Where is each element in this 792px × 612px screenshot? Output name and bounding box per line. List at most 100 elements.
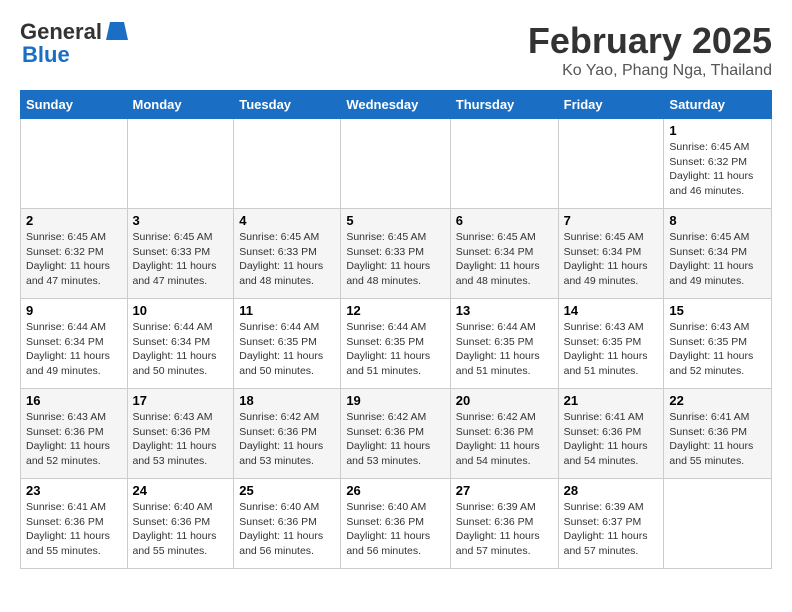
- day-info: Sunrise: 6:44 AM Sunset: 6:34 PM Dayligh…: [133, 320, 229, 379]
- week-row-5: 23Sunrise: 6:41 AM Sunset: 6:36 PM Dayli…: [21, 479, 772, 569]
- day-info: Sunrise: 6:45 AM Sunset: 6:33 PM Dayligh…: [133, 230, 229, 289]
- day-cell-22: 22 Sunrise: 6:41 AM Sunset: 6:36 PM Dayli…: [664, 389, 772, 479]
- day-info: Sunrise: 6:43 AM Sunset: 6:35 PM Dayligh…: [564, 320, 659, 379]
- day-info: Sunrise: 6:40 AM Sunset: 6:36 PM Dayligh…: [346, 500, 444, 559]
- day-cell-20: 20Sunrise: 6:42 AM Sunset: 6:36 PM Dayli…: [450, 389, 558, 479]
- header-friday: Friday: [558, 91, 664, 119]
- header-row: SundayMondayTuesdayWednesdayThursdayFrid…: [21, 91, 772, 119]
- day-number: 14: [564, 303, 659, 318]
- calendar-title: February 2025: [528, 20, 772, 62]
- day-number: 22: [669, 393, 766, 408]
- day-cell-6: 6 Sunrise: 6:45 AM Sunset: 6:34 PM Daylig…: [450, 209, 558, 299]
- day-cell-2: 2 Sunrise: 6:45 AM Sunset: 6:32 PM Daylig…: [21, 209, 128, 299]
- day-number: 9: [26, 303, 122, 318]
- day-info: Sunrise: 6:39 AM Sunset: 6:36 PM Dayligh…: [456, 500, 553, 559]
- day-number: 15: [669, 303, 766, 318]
- day-number: 5: [346, 213, 444, 228]
- day-cell-26: 26 Sunrise: 6:40 AM Sunset: 6:36 PM Dayli…: [341, 479, 450, 569]
- logo-blue-text: Blue: [22, 43, 70, 67]
- day-cell-21: 21Sunrise: 6:41 AM Sunset: 6:36 PM Dayli…: [558, 389, 664, 479]
- day-number: 3: [133, 213, 229, 228]
- day-number: 8: [669, 213, 766, 228]
- logo-arrow-icon: [106, 22, 128, 40]
- header-tuesday: Tuesday: [234, 91, 341, 119]
- day-number: 7: [564, 213, 659, 228]
- day-cell-25: 25 Sunrise: 6:40 AM Sunset: 6:36 PM Dayli…: [234, 479, 341, 569]
- day-cell-10: 10 Sunrise: 6:44 AM Sunset: 6:34 PM Dayli…: [127, 299, 234, 389]
- header: General Blue February 2025 Ko Yao, Phang…: [20, 20, 772, 80]
- title-section: February 2025 Ko Yao, Phang Nga, Thailan…: [528, 20, 772, 80]
- logo: General Blue: [20, 20, 128, 67]
- day-number: 11: [239, 303, 335, 318]
- day-number: 24: [133, 483, 229, 498]
- day-number: 18: [239, 393, 335, 408]
- day-info: Sunrise: 6:40 AM Sunset: 6:36 PM Dayligh…: [239, 500, 335, 559]
- day-cell-18: 18 Sunrise: 6:42 AM Sunset: 6:36 PM Dayli…: [234, 389, 341, 479]
- day-info: Sunrise: 6:45 AM Sunset: 6:33 PM Dayligh…: [346, 230, 444, 289]
- day-info: Sunrise: 6:39 AM Sunset: 6:37 PM Dayligh…: [564, 500, 659, 559]
- day-cell-19: 19 Sunrise: 6:42 AM Sunset: 6:36 PM Dayli…: [341, 389, 450, 479]
- day-cell-3: 3 Sunrise: 6:45 AM Sunset: 6:33 PM Daylig…: [127, 209, 234, 299]
- day-number: 1: [669, 123, 766, 138]
- day-number: 6: [456, 213, 553, 228]
- day-cell-4: 4 Sunrise: 6:45 AM Sunset: 6:33 PM Daylig…: [234, 209, 341, 299]
- logo-text: General: [20, 20, 102, 44]
- day-info: Sunrise: 6:41 AM Sunset: 6:36 PM Dayligh…: [669, 410, 766, 469]
- empty-cell: [341, 119, 450, 209]
- day-info: Sunrise: 6:42 AM Sunset: 6:36 PM Dayligh…: [346, 410, 444, 469]
- week-row-2: 2 Sunrise: 6:45 AM Sunset: 6:32 PM Daylig…: [21, 209, 772, 299]
- day-cell-5: 5 Sunrise: 6:45 AM Sunset: 6:33 PM Daylig…: [341, 209, 450, 299]
- day-cell-12: 12Sunrise: 6:44 AM Sunset: 6:35 PM Dayli…: [341, 299, 450, 389]
- calendar-table: SundayMondayTuesdayWednesdayThursdayFrid…: [20, 90, 772, 569]
- day-cell-27: 27 Sunrise: 6:39 AM Sunset: 6:36 PM Dayli…: [450, 479, 558, 569]
- day-number: 26: [346, 483, 444, 498]
- day-cell-8: 8 Sunrise: 6:45 AM Sunset: 6:34 PM Daylig…: [664, 209, 772, 299]
- day-number: 23: [26, 483, 122, 498]
- day-number: 10: [133, 303, 229, 318]
- day-cell-28: 28Sunrise: 6:39 AM Sunset: 6:37 PM Dayli…: [558, 479, 664, 569]
- day-number: 27: [456, 483, 553, 498]
- header-thursday: Thursday: [450, 91, 558, 119]
- day-cell-9: 9 Sunrise: 6:44 AM Sunset: 6:34 PM Daylig…: [21, 299, 128, 389]
- day-cell-16: 16 Sunrise: 6:43 AM Sunset: 6:36 PM Dayli…: [21, 389, 128, 479]
- day-info: Sunrise: 6:43 AM Sunset: 6:35 PM Dayligh…: [669, 320, 766, 379]
- day-number: 16: [26, 393, 122, 408]
- day-info: Sunrise: 6:42 AM Sunset: 6:36 PM Dayligh…: [239, 410, 335, 469]
- day-info: Sunrise: 6:44 AM Sunset: 6:34 PM Dayligh…: [26, 320, 122, 379]
- day-number: 19: [346, 393, 444, 408]
- day-number: 2: [26, 213, 122, 228]
- day-info: Sunrise: 6:43 AM Sunset: 6:36 PM Dayligh…: [26, 410, 122, 469]
- empty-cell: [450, 119, 558, 209]
- day-cell-7: 7 Sunrise: 6:45 AM Sunset: 6:34 PM Daylig…: [558, 209, 664, 299]
- header-wednesday: Wednesday: [341, 91, 450, 119]
- day-number: 13: [456, 303, 553, 318]
- day-number: 25: [239, 483, 335, 498]
- header-sunday: Sunday: [21, 91, 128, 119]
- day-cell-14: 14 Sunrise: 6:43 AM Sunset: 6:35 PM Dayli…: [558, 299, 664, 389]
- day-info: Sunrise: 6:44 AM Sunset: 6:35 PM Dayligh…: [239, 320, 335, 379]
- day-info: Sunrise: 6:40 AM Sunset: 6:36 PM Dayligh…: [133, 500, 229, 559]
- day-cell-23: 23Sunrise: 6:41 AM Sunset: 6:36 PM Dayli…: [21, 479, 128, 569]
- week-row-1: 1 Sunrise: 6:45 AM Sunset: 6:32 PM Daylig…: [21, 119, 772, 209]
- day-number: 4: [239, 213, 335, 228]
- day-info: Sunrise: 6:45 AM Sunset: 6:32 PM Dayligh…: [26, 230, 122, 289]
- day-info: Sunrise: 6:43 AM Sunset: 6:36 PM Dayligh…: [133, 410, 229, 469]
- empty-cell: [558, 119, 664, 209]
- empty-cell: [664, 479, 772, 569]
- header-monday: Monday: [127, 91, 234, 119]
- day-info: Sunrise: 6:45 AM Sunset: 6:34 PM Dayligh…: [564, 230, 659, 289]
- day-cell-15: 15 Sunrise: 6:43 AM Sunset: 6:35 PM Dayli…: [664, 299, 772, 389]
- day-number: 20: [456, 393, 553, 408]
- day-info: Sunrise: 6:45 AM Sunset: 6:33 PM Dayligh…: [239, 230, 335, 289]
- day-info: Sunrise: 6:45 AM Sunset: 6:34 PM Dayligh…: [456, 230, 553, 289]
- day-number: 12: [346, 303, 444, 318]
- empty-cell: [234, 119, 341, 209]
- week-row-3: 9 Sunrise: 6:44 AM Sunset: 6:34 PM Daylig…: [21, 299, 772, 389]
- empty-cell: [127, 119, 234, 209]
- day-cell-17: 17 Sunrise: 6:43 AM Sunset: 6:36 PM Dayli…: [127, 389, 234, 479]
- day-info: Sunrise: 6:45 AM Sunset: 6:34 PM Dayligh…: [669, 230, 766, 289]
- day-cell-1: 1 Sunrise: 6:45 AM Sunset: 6:32 PM Daylig…: [664, 119, 772, 209]
- day-cell-13: 13Sunrise: 6:44 AM Sunset: 6:35 PM Dayli…: [450, 299, 558, 389]
- day-number: 17: [133, 393, 229, 408]
- day-info: Sunrise: 6:45 AM Sunset: 6:32 PM Dayligh…: [669, 140, 766, 199]
